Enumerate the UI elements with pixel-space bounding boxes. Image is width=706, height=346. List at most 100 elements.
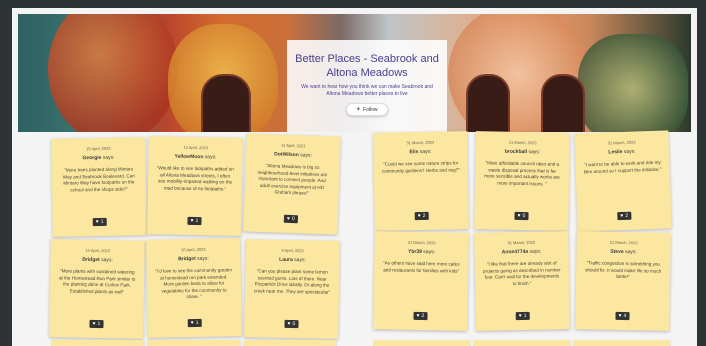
like-button[interactable]: ♥ 0 [514, 211, 529, 221]
note-author-line: YellowMoon says: [148, 153, 242, 161]
note-says: says: [529, 248, 542, 255]
heart-icon: ♥ [190, 217, 194, 224]
heart-icon: ♥ [518, 313, 522, 320]
note-date: 31 March, 2023 [406, 139, 435, 146]
note-date: 11 April, 2023 [281, 142, 306, 149]
note-text: "I'd love to see the community garden at… [155, 267, 233, 300]
note-date: 10 April, 2023 [85, 247, 110, 254]
note-author-line: Bridget says: [146, 255, 240, 263]
note-text: "I want to be able to work and ride my b… [583, 159, 662, 174]
note-card[interactable]: 31 March, 2023 Anne4774a says: "I like tha… [474, 231, 570, 331]
note-author-line: Bridget says: [50, 256, 144, 264]
note-card[interactable]: 31 March, 2023 Elis says: "Could we see so… [373, 131, 469, 231]
note-author-line: Georgie says: [51, 154, 145, 162]
note-date: 15 April, 2023 [86, 145, 111, 152]
note-says: says: [419, 148, 432, 156]
like-button[interactable]: ♥ 1 [187, 318, 202, 328]
like-button[interactable]: ♥ 0 [284, 319, 299, 329]
note-author-line: Steve says: [576, 248, 670, 256]
plus-icon: + [356, 106, 361, 113]
like-button[interactable]: ♥ 1 [92, 217, 107, 227]
like-button[interactable]: ♥ 2 [617, 211, 632, 221]
mural-shape [578, 34, 688, 132]
note-text: "As others have said here more cafes and… [383, 260, 460, 274]
like-count: 1 [195, 319, 199, 326]
like-button[interactable]: ♥ 4 [615, 311, 630, 321]
note-date: 31 March, 2023 [508, 139, 537, 146]
note-says: says: [528, 149, 541, 156]
note-card[interactable]: 10 April, 2023 Bridget says: "More plants … [49, 239, 145, 339]
note-card[interactable]: 9 April, 2023 Laura says: "Can you please … [244, 239, 340, 339]
note-author: Bridget [178, 255, 196, 263]
note-text: "I like that there are already alot of p… [482, 260, 561, 286]
like-count: 1 [97, 321, 101, 328]
like-count: 2 [422, 212, 426, 219]
note-author-line: DotWilson says: [246, 150, 340, 159]
note-text: "Could we see some nature strips for com… [381, 160, 460, 174]
note-card[interactable]: 31 March, 2023 Leslie says: "I want to be … [574, 130, 672, 232]
page-frame: Better Places - Seabrook and Altona Mead… [12, 8, 697, 346]
note-date: 31 March, 2023 [407, 239, 436, 246]
note-card[interactable]: 31 March, 2023 Steve says: "Traffic conges… [575, 231, 671, 331]
note-card[interactable]: 31 March, 2023 brockball says: "More affor… [474, 131, 570, 231]
like-count: 0 [522, 213, 526, 220]
mural-window [466, 74, 510, 132]
note-partial [244, 340, 336, 346]
note-author: Georgie [82, 154, 102, 162]
note-author: Leslie [608, 148, 623, 156]
like-button[interactable]: ♥ 2 [413, 311, 428, 321]
page-title: Better Places - Seabrook and Altona Mead… [295, 53, 439, 79]
note-author: Steve [610, 248, 624, 256]
note-partial [148, 340, 240, 346]
note-author-line: Laura says: [245, 256, 339, 264]
mural-window [201, 74, 251, 132]
note-author: Laura [279, 256, 293, 264]
note-says: says: [204, 154, 217, 161]
note-partial [374, 340, 470, 346]
note-date: 9 April, 2023 [281, 247, 304, 254]
note-card[interactable]: 11 April, 2023 DotWilson says: "Altona Mea… [243, 133, 341, 235]
heart-icon: ♥ [92, 320, 96, 327]
heart-icon: ♥ [517, 212, 521, 219]
note-text: "More affordable council rates and a was… [484, 160, 560, 186]
note-author-line: brockball says: [475, 148, 569, 156]
heart-icon: ♥ [620, 213, 624, 220]
note-date: 31 March, 2023 [607, 139, 636, 146]
note-text: "Can you please plant some lemon scented… [253, 268, 331, 295]
heart-icon: ♥ [416, 312, 420, 319]
note-says: says: [300, 152, 312, 159]
note-partial [52, 340, 144, 346]
like-count: 0 [291, 216, 295, 223]
like-button[interactable]: ♥ 1 [515, 311, 530, 321]
note-card[interactable]: 15 April, 2023 Georgie says: "More trees p… [51, 137, 147, 237]
note-author: YellowMoon [174, 153, 204, 161]
note-says: says: [294, 257, 306, 264]
like-button[interactable]: ♥ 2 [414, 211, 429, 221]
note-card[interactable]: 10 April, 2023 Bridget says: "I'd love to … [146, 238, 242, 338]
note-says: says: [101, 257, 113, 264]
note-author: Ybr39 [407, 248, 422, 256]
follow-button[interactable]: + Follow [345, 103, 389, 116]
like-button[interactable]: ♥ 1 [89, 319, 104, 329]
note-author-line: Elis says: [373, 148, 467, 156]
like-button[interactable]: ♥ 1 [187, 216, 202, 226]
like-button[interactable]: ♥ 0 [283, 214, 298, 224]
note-card[interactable]: 31 March, 2023 Ybr39 says: "As others have… [373, 231, 469, 331]
note-author-line: Leslie says: [575, 147, 669, 156]
mural-window [541, 74, 585, 132]
note-says: says: [623, 148, 636, 155]
note-card[interactable]: 13 April, 2023 YellowMoon says: "Would lik… [147, 136, 243, 236]
note-text: "Altona Meadows is big so neighbourhood-… [257, 163, 328, 196]
heart-icon: ♥ [190, 320, 194, 327]
note-author-line: Anne4774a says: [474, 248, 568, 256]
heart-icon: ♥ [417, 213, 421, 220]
note-says: says: [197, 255, 209, 262]
note-author: Anne4774a [501, 248, 529, 256]
note-date: 31 March, 2023 [609, 239, 638, 246]
note-text: "Traffic congestion is something you sho… [585, 260, 662, 280]
heart-icon: ♥ [286, 215, 290, 222]
note-date: 13 April, 2023 [183, 144, 208, 151]
heart-icon: ♥ [618, 312, 622, 319]
hero-banner: Better Places - Seabrook and Altona Mead… [18, 14, 691, 132]
note-text: "More plants with sustained watering at … [58, 268, 136, 294]
